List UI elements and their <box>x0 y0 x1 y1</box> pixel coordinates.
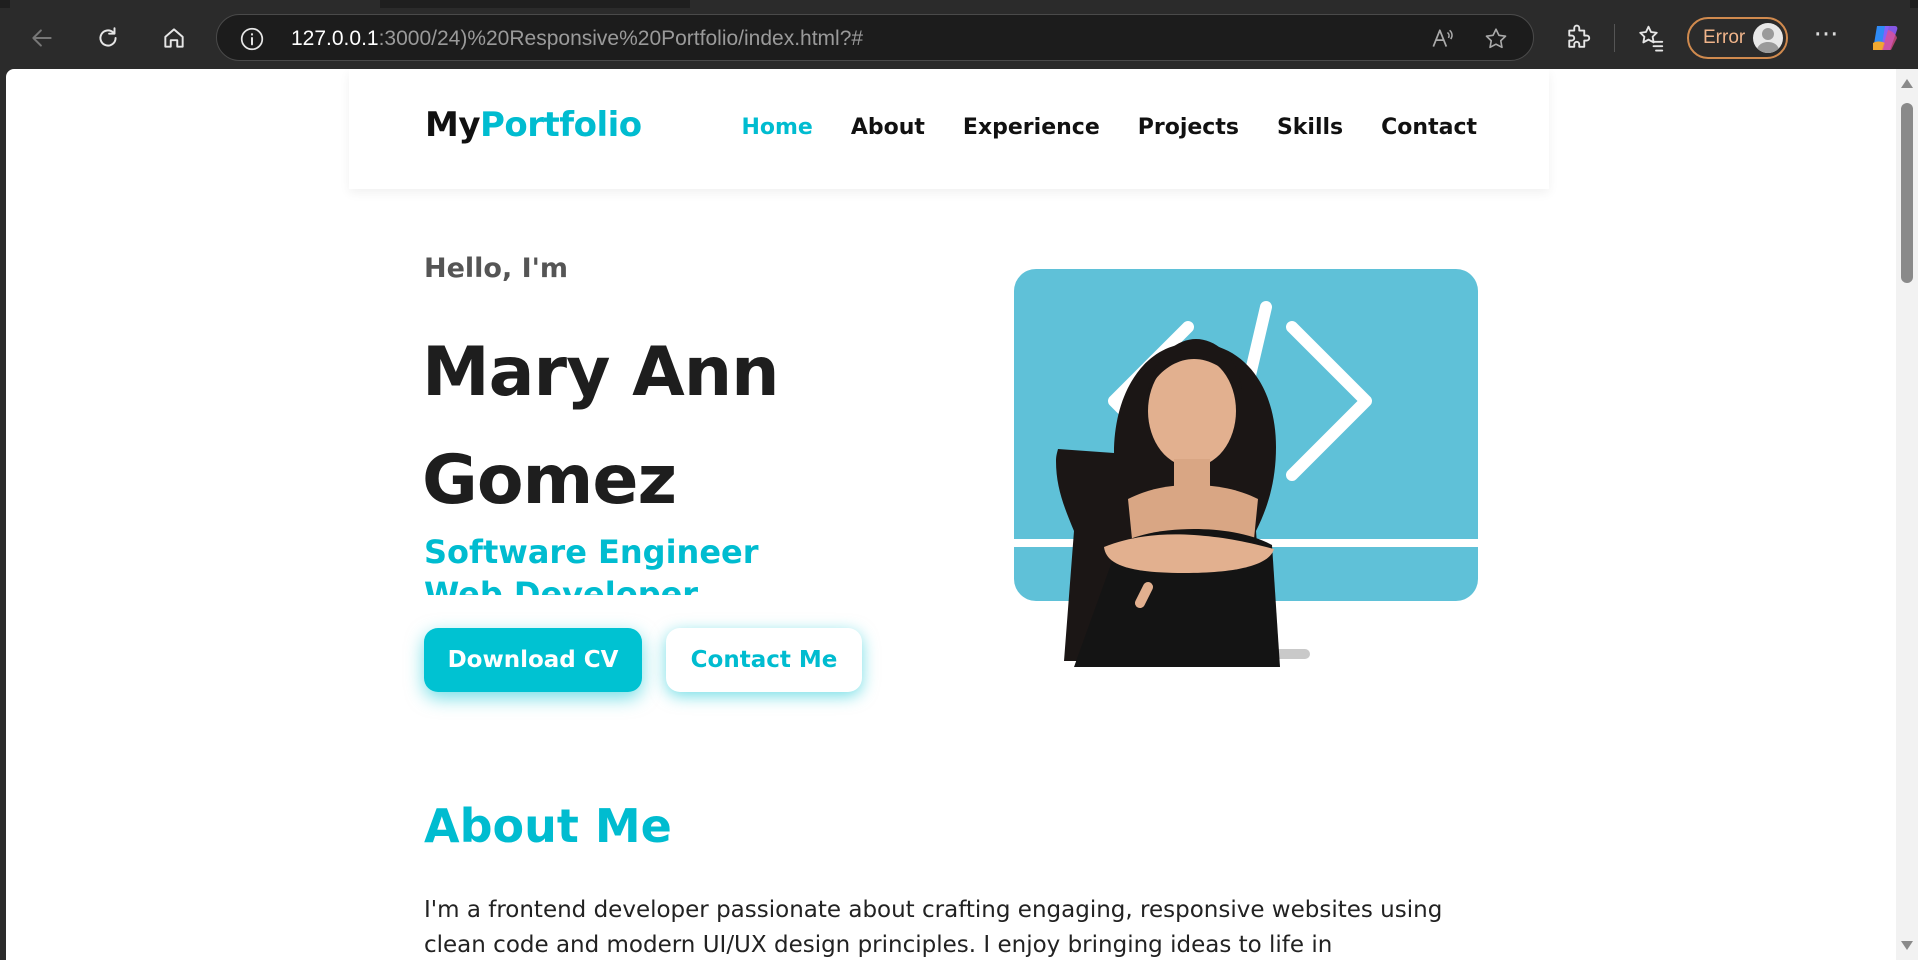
page-scrollbar[interactable] <box>1896 69 1918 960</box>
browser-toolbar: 127.0.0.1:3000/24)%20Responsive%20Portfo… <box>0 0 1918 68</box>
refresh-icon[interactable] <box>88 18 128 58</box>
about-title: About Me <box>424 799 672 853</box>
hero-role: Software Engineer <box>424 533 759 571</box>
favorite-star-icon[interactable] <box>1483 26 1509 52</box>
page-viewport: MyPortfolio Home About Experience Projec… <box>6 69 1918 960</box>
extensions-icon[interactable] <box>1563 23 1593 53</box>
scroll-down-icon[interactable] <box>1901 941 1913 950</box>
nav-link-home[interactable]: Home <box>741 115 812 140</box>
copilot-icon[interactable] <box>1868 21 1902 55</box>
tab-strip <box>0 0 1918 8</box>
toolbar-separator <box>1614 24 1615 52</box>
active-tab-edge[interactable] <box>10 0 380 8</box>
hero-illustration <box>1014 269 1478 667</box>
about-text: I'm a frontend developer passionate abou… <box>424 897 1443 958</box>
contact-me-button[interactable]: Contact Me <box>666 628 862 692</box>
hero-role: Web Developer <box>424 575 699 595</box>
hero-roles-ticker: Software Engineer Web Developer <box>424 531 824 595</box>
nav-link-about[interactable]: About <box>851 115 925 140</box>
hero-name-line1: Mary Ann <box>422 333 780 412</box>
site-navbar: MyPortfolio Home About Experience Projec… <box>349 69 1549 189</box>
download-cv-button[interactable]: Download CV <box>424 628 642 692</box>
home-icon[interactable] <box>154 18 194 58</box>
favorites-icon[interactable] <box>1636 23 1666 53</box>
main-menu: Home About Experience Projects Skills Co… <box>741 115 1477 140</box>
info-icon[interactable] <box>239 26 265 52</box>
read-aloud-icon[interactable] <box>1429 26 1455 52</box>
more-icon[interactable]: ··· <box>1808 22 1844 54</box>
back-icon[interactable] <box>22 18 62 58</box>
nav-link-contact[interactable]: Contact <box>1381 115 1477 140</box>
hero-name-line2: Gomez <box>422 441 677 520</box>
nav-link-projects[interactable]: Projects <box>1138 115 1239 140</box>
nav-link-skills[interactable]: Skills <box>1277 115 1343 140</box>
tab-edge[interactable] <box>690 0 1910 8</box>
scroll-up-icon[interactable] <box>1901 79 1913 88</box>
profile-status-label: Error <box>1703 27 1746 48</box>
profile-button[interactable]: Error <box>1687 17 1788 59</box>
site-logo[interactable]: MyPortfolio <box>425 105 642 145</box>
hero-greeting: Hello, I'm <box>424 253 569 284</box>
address-bar[interactable]: 127.0.0.1:3000/24)%20Responsive%20Portfo… <box>216 14 1534 61</box>
scroll-thumb[interactable] <box>1901 103 1913 283</box>
url-text[interactable]: 127.0.0.1:3000/24)%20Responsive%20Portfo… <box>291 27 863 51</box>
hero-name: Mary Ann Gomez <box>422 319 982 535</box>
nav-link-experience[interactable]: Experience <box>963 115 1100 140</box>
avatar <box>1753 23 1783 53</box>
